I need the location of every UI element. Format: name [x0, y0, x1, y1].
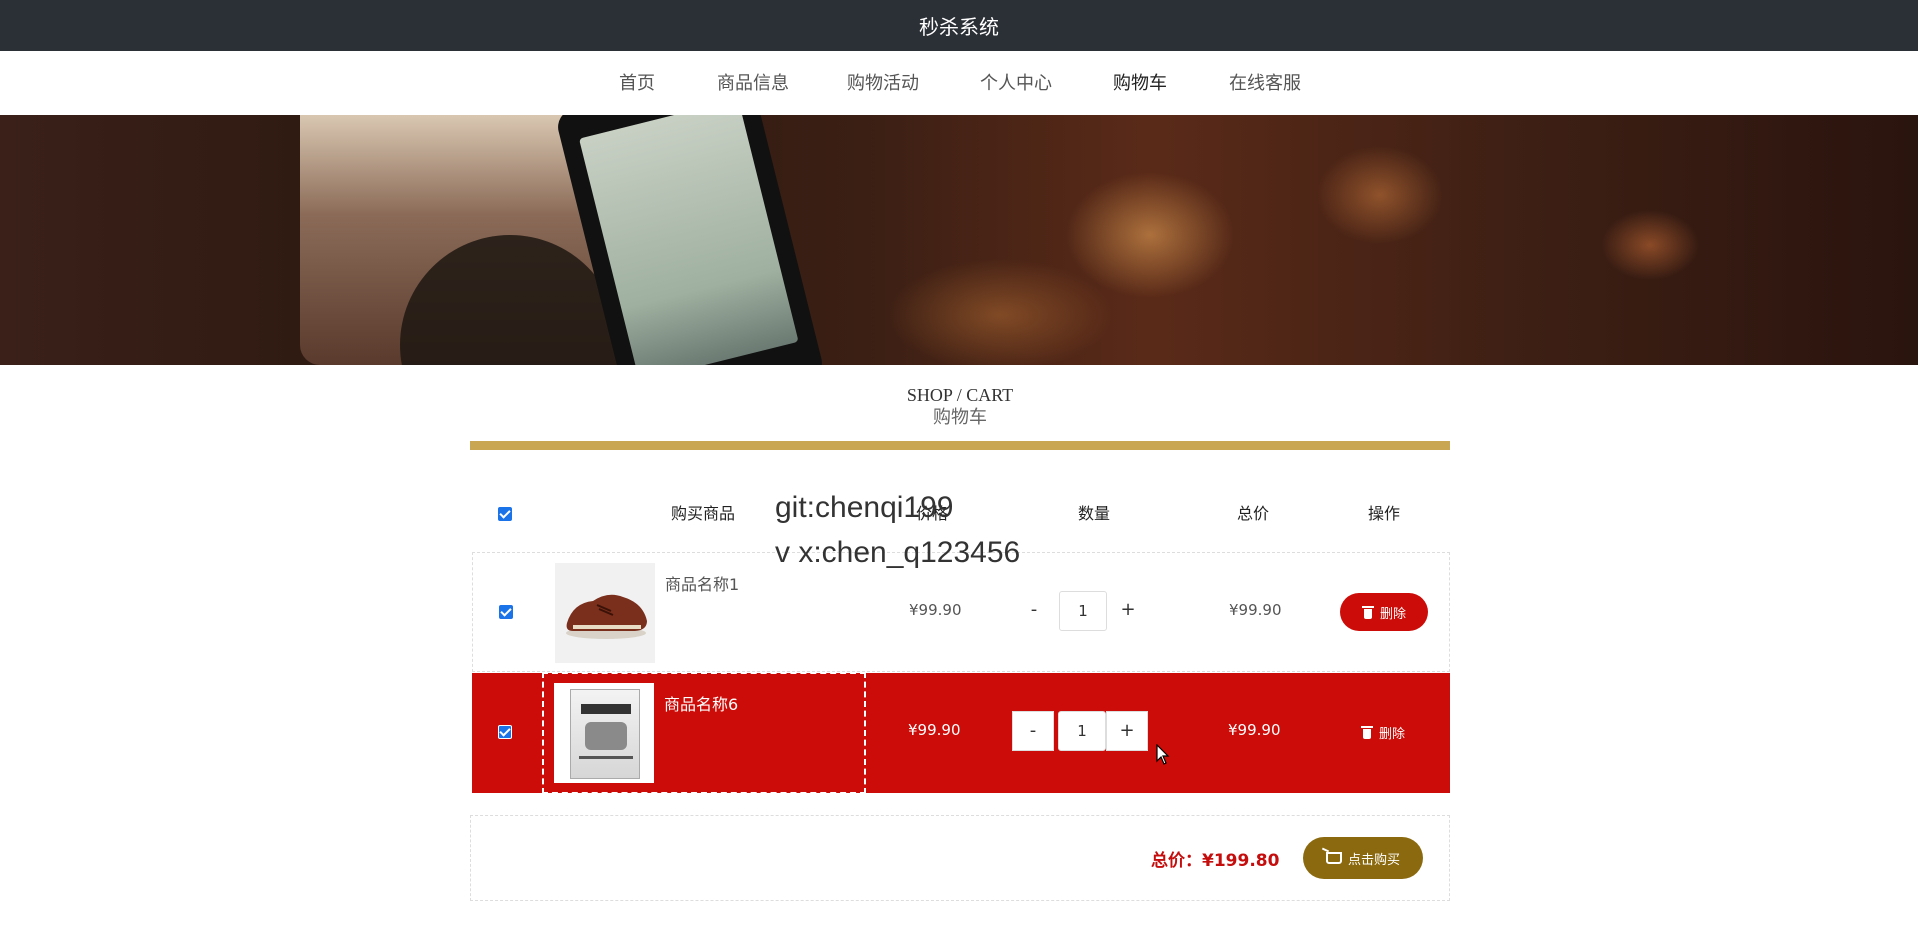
phone-screen [578, 115, 799, 365]
increase-qty-button[interactable]: + [1106, 711, 1148, 751]
book-title-block [581, 704, 631, 714]
watermark-line-1: git:chenqi199 [775, 491, 954, 524]
nav-label: 个人中心 [980, 73, 1052, 94]
header-action: 操作 [1368, 504, 1401, 523]
header-quantity: 数量 [1078, 504, 1111, 523]
app-title: 秒杀系统 [919, 15, 999, 39]
item-checkbox[interactable] [499, 605, 513, 619]
product-price: ¥99.90 [908, 721, 961, 739]
watermark: git:chenqi199 v x:chen_q123456 [775, 485, 1020, 575]
item-total: ¥99.90 [1228, 721, 1281, 739]
book-image [570, 689, 640, 779]
cart-row-highlighted: 商品名称6 ¥99.90 - 1 + ¥99.90 删除 [472, 673, 1450, 793]
product-thumbnail[interactable] [555, 563, 655, 663]
header-total: 总价 [1237, 504, 1270, 523]
nav-label: 商品信息 [717, 73, 789, 94]
section-divider [470, 441, 1450, 450]
cart-summary: 总价：¥199.80 点击购买 [470, 815, 1450, 901]
main-nav: 首页 商品信息 购物活动 个人中心 购物车 在线客服 [0, 51, 1918, 122]
buy-button[interactable]: 点击购买 [1303, 837, 1423, 879]
grand-total: 总价：¥199.80 [1151, 851, 1280, 871]
app-header: 秒杀系统 [0, 0, 1918, 51]
section-title-zh: 购物车 [933, 407, 987, 427]
nav-label: 首页 [619, 73, 655, 94]
quantity-stepper: - 1 + [1013, 591, 1153, 631]
nav-label: 购物活动 [847, 73, 919, 94]
delete-button[interactable]: 删除 [1340, 593, 1428, 631]
section-title-en: SHOP / CART [906, 385, 1014, 405]
decrease-qty-button[interactable]: - [1012, 711, 1054, 751]
product-name[interactable]: 商品名称1 [665, 571, 739, 595]
quantity-stepper: - 1 + [1012, 711, 1152, 751]
item-total: ¥99.90 [1229, 601, 1282, 619]
book-line [579, 756, 633, 759]
header-product: 购买商品 [671, 504, 736, 523]
delete-label: 删除 [1378, 726, 1405, 742]
item-checkbox[interactable] [498, 725, 512, 739]
buy-label: 点击购买 [1347, 852, 1400, 868]
product-thumbnail[interactable] [554, 683, 654, 783]
select-all-checkbox[interactable] [498, 507, 512, 521]
shoe-image [566, 594, 647, 639]
trash-icon [1361, 605, 1374, 619]
product-name[interactable]: 商品名称6 [664, 691, 738, 715]
book-art [585, 722, 627, 750]
nav-label: 购物车 [1113, 73, 1167, 94]
cart-icon [1325, 852, 1342, 864]
trash-icon [1360, 725, 1373, 739]
nav-label: 在线客服 [1229, 73, 1301, 94]
delete-label: 删除 [1379, 606, 1406, 622]
hero-banner [0, 115, 1918, 365]
delete-button[interactable]: 删除 [1339, 713, 1427, 751]
increase-qty-button[interactable]: + [1107, 591, 1149, 631]
quantity-input[interactable]: 1 [1058, 711, 1106, 751]
product-price: ¥99.90 [909, 601, 962, 619]
watermark-line-2: v x:chen_q123456 [775, 536, 1021, 569]
decrease-qty-button[interactable]: - [1013, 591, 1055, 631]
quantity-input[interactable]: 1 [1059, 591, 1107, 631]
section-heading: SHOP / CART 购物车 [470, 384, 1450, 428]
